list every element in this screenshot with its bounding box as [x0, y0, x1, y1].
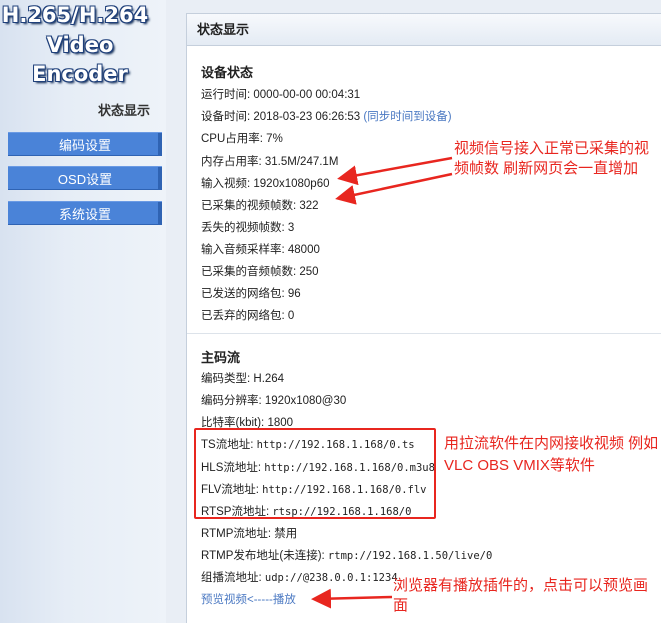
section-divider: [187, 333, 661, 334]
sidebar: H.265/H.264 Video Encoder 状态显示 编码设置 OSD设…: [0, 0, 166, 623]
sent-packets-text: 已发送的网络包: 96: [201, 288, 301, 300]
rtmp-text: RTMP流地址: 禁用: [201, 528, 298, 540]
cpu-text: CPU占用率: 7%: [201, 133, 283, 145]
device-time-row: 设备时间: 2018-03-23 06:26:53 (同步时间到设备): [201, 108, 452, 124]
audio-rate-text: 输入音频采样率: 48000: [201, 244, 320, 256]
logo-line2: Video Encoder: [32, 33, 128, 86]
sync-time-link[interactable]: (同步时间到设备): [363, 111, 451, 123]
device-status-title: 设备状态: [201, 65, 254, 80]
input-video-text: 输入视频: 1920x1080p60: [201, 178, 330, 190]
sidebar-item-status[interactable]: 状态显示: [98, 100, 150, 119]
lost-frames-text: 丢失的视频帧数: 3: [201, 222, 295, 234]
dropped-packets-text: 已丢弃的网络包: 0: [201, 310, 295, 322]
preview-note: 浏览器有播放插件的，点击可以预览画面: [393, 577, 649, 614]
status-panel: 状态显示 设备状态 运行时间: 0000-00-00 00:04:31 设备时间…: [186, 13, 661, 623]
captured-frames-text: 已采集的视频帧数: 322: [201, 200, 319, 212]
device-time-text: 设备时间: 2018-03-23 06:26:53: [201, 111, 361, 123]
preview-video-link[interactable]: 预览视频<-----播放: [201, 591, 296, 607]
audio-frames-text: 已采集的音频帧数: 250: [201, 266, 319, 278]
mem-text: 内存占用率: 31.5M/247.1M: [201, 156, 339, 168]
sidebar-item-system[interactable]: 系统设置: [8, 201, 162, 225]
video-note: 视频信号接入正常已采集的视频帧数 刷新网页会一直增加: [454, 140, 650, 177]
sidebar-item-osd[interactable]: OSD设置: [8, 166, 162, 190]
panel-title: 状态显示: [187, 14, 661, 46]
multicast-row: 组播流地址: udp://@238.0.0.1:1234: [201, 569, 398, 585]
rtmp-publish-row: RTMP发布地址(未连接): rtmp://192.168.1.50/live/…: [201, 547, 492, 563]
uptime-text: 运行时间: 0000-00-00 00:04:31: [201, 89, 361, 101]
resolution-text: 编码分辨率: 1920x1080@30: [201, 395, 347, 407]
stream-note: 用拉流软件在内网接收视频 例如 VLC OBS VMIX等软件: [444, 435, 659, 474]
logo-line1: H.265/H.264: [1, 3, 149, 27]
main-stream-title: 主码流: [201, 350, 241, 365]
multicast-label: 组播流地址:: [201, 572, 265, 584]
rtmp-publish-label: RTMP发布地址(未连接):: [201, 550, 328, 562]
sidebar-item-encoding[interactable]: 编码设置: [8, 132, 162, 156]
rtmp-publish-url: rtmp://192.168.1.50/live/0: [327, 550, 493, 562]
logo: H.265/H.264 Video Encoder: [0, 0, 166, 86]
stream-urls-highlight-box: [194, 428, 436, 519]
codec-text: 编码类型: H.264: [201, 373, 285, 385]
multicast-url: udp://@238.0.0.1:1234: [264, 572, 398, 584]
